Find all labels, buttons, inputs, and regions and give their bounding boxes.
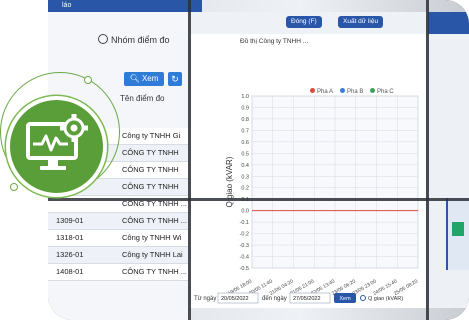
y-tick-label: 0.6 — [241, 140, 249, 146]
refresh-icon: ↻ — [171, 74, 179, 84]
row-code: 1408-01 — [56, 267, 84, 276]
x-tick-label: 25/05 08:20 — [393, 278, 419, 297]
view-button-label: Xem — [141, 74, 159, 83]
bezel-divider — [426, 0, 429, 320]
to-date-value: 27/05/2022 — [293, 296, 321, 302]
row-name: Công ty TNHH Wi — [122, 233, 182, 242]
row-code: 1309-01 — [56, 216, 84, 225]
view-button[interactable]: 🔍︎ Xem — [124, 72, 164, 86]
y-tick-label: 0.5 — [241, 151, 249, 157]
y-tick-label: 0.0 — [241, 209, 249, 215]
row-name: CÔNG TY TNHH ... — [122, 216, 188, 225]
reactive-power-chart: 1.00.90.80.70.60.50.40.30.20.10.0-0.1-0.… — [194, 94, 419, 304]
y-tick-label: -0.5 — [240, 266, 249, 272]
row-name: CÔNG TY TNHH — [122, 148, 179, 157]
table-row[interactable]: 1326-01 Công ty TNHH Lai — [48, 247, 188, 264]
table-row[interactable]: 1309-01 CÔNG TY TNHH ... — [48, 213, 188, 230]
y-tick-label: 0.3 — [241, 174, 249, 180]
bezel-divider — [48, 198, 469, 201]
row-name: CÔNG TY TNHH — [122, 165, 179, 174]
y-tick-label: 0.2 — [241, 186, 249, 192]
row-name: CÔNG TY TNHH ... — [122, 267, 188, 276]
y-tick-label: 0.9 — [241, 105, 249, 111]
logo-badge — [6, 96, 107, 197]
y-tick-label: 0.4 — [241, 163, 249, 169]
y-tick-label: -0.4 — [240, 255, 249, 261]
monitor-gear-icon — [26, 114, 88, 170]
window-title: láo — [48, 0, 202, 12]
y-tick-label: -0.2 — [240, 232, 249, 238]
y-tick-label: 1.0 — [241, 94, 249, 100]
table-row[interactable]: 1318-01 Công ty TNHH Wi — [48, 230, 188, 247]
bezel-divider — [188, 0, 191, 320]
row-name: Công ty TNHH Gi — [122, 131, 181, 140]
radio-label: Nhóm điểm đo — [111, 35, 170, 45]
row-name: Công ty TNHH Lai — [122, 250, 183, 259]
from-date-value: 20/05/2022 — [221, 296, 249, 302]
y-tick-label: -0.1 — [240, 220, 249, 226]
ring-dot — [84, 76, 92, 84]
column-header-name: Tên điểm đo — [120, 94, 165, 103]
footer-view-label: Xem — [339, 296, 351, 302]
row-code: 1326-01 — [56, 250, 84, 259]
y-tick-label: 0.7 — [241, 128, 249, 134]
option-radio-icon — [360, 295, 366, 301]
search-icon: 🔍︎ — [129, 74, 140, 83]
option-label: Q giao (kVAR) — [368, 296, 403, 302]
side-panel-header — [428, 12, 469, 34]
refresh-button[interactable]: ↻ — [168, 72, 182, 86]
mini-window-status — [452, 222, 464, 236]
row-name: CÔNG TY TNHH — [122, 182, 179, 191]
y-tick-label: -0.3 — [240, 243, 249, 249]
table-row[interactable]: 1408-01 CÔNG TY TNHH ... — [48, 264, 188, 281]
row-code: 1318-01 — [56, 233, 84, 242]
radio-icon — [98, 34, 108, 44]
to-date-label: đến ngày — [262, 296, 287, 302]
from-date-label: Từ ngày — [194, 296, 216, 302]
group-radio[interactable]: Nhóm điểm đo — [98, 34, 170, 45]
chart-panel: Đóng (F) Xuất dữ liệu Đồ thị Công ty TNH… — [190, 12, 426, 308]
y-tick-label: 0.8 — [241, 117, 249, 123]
